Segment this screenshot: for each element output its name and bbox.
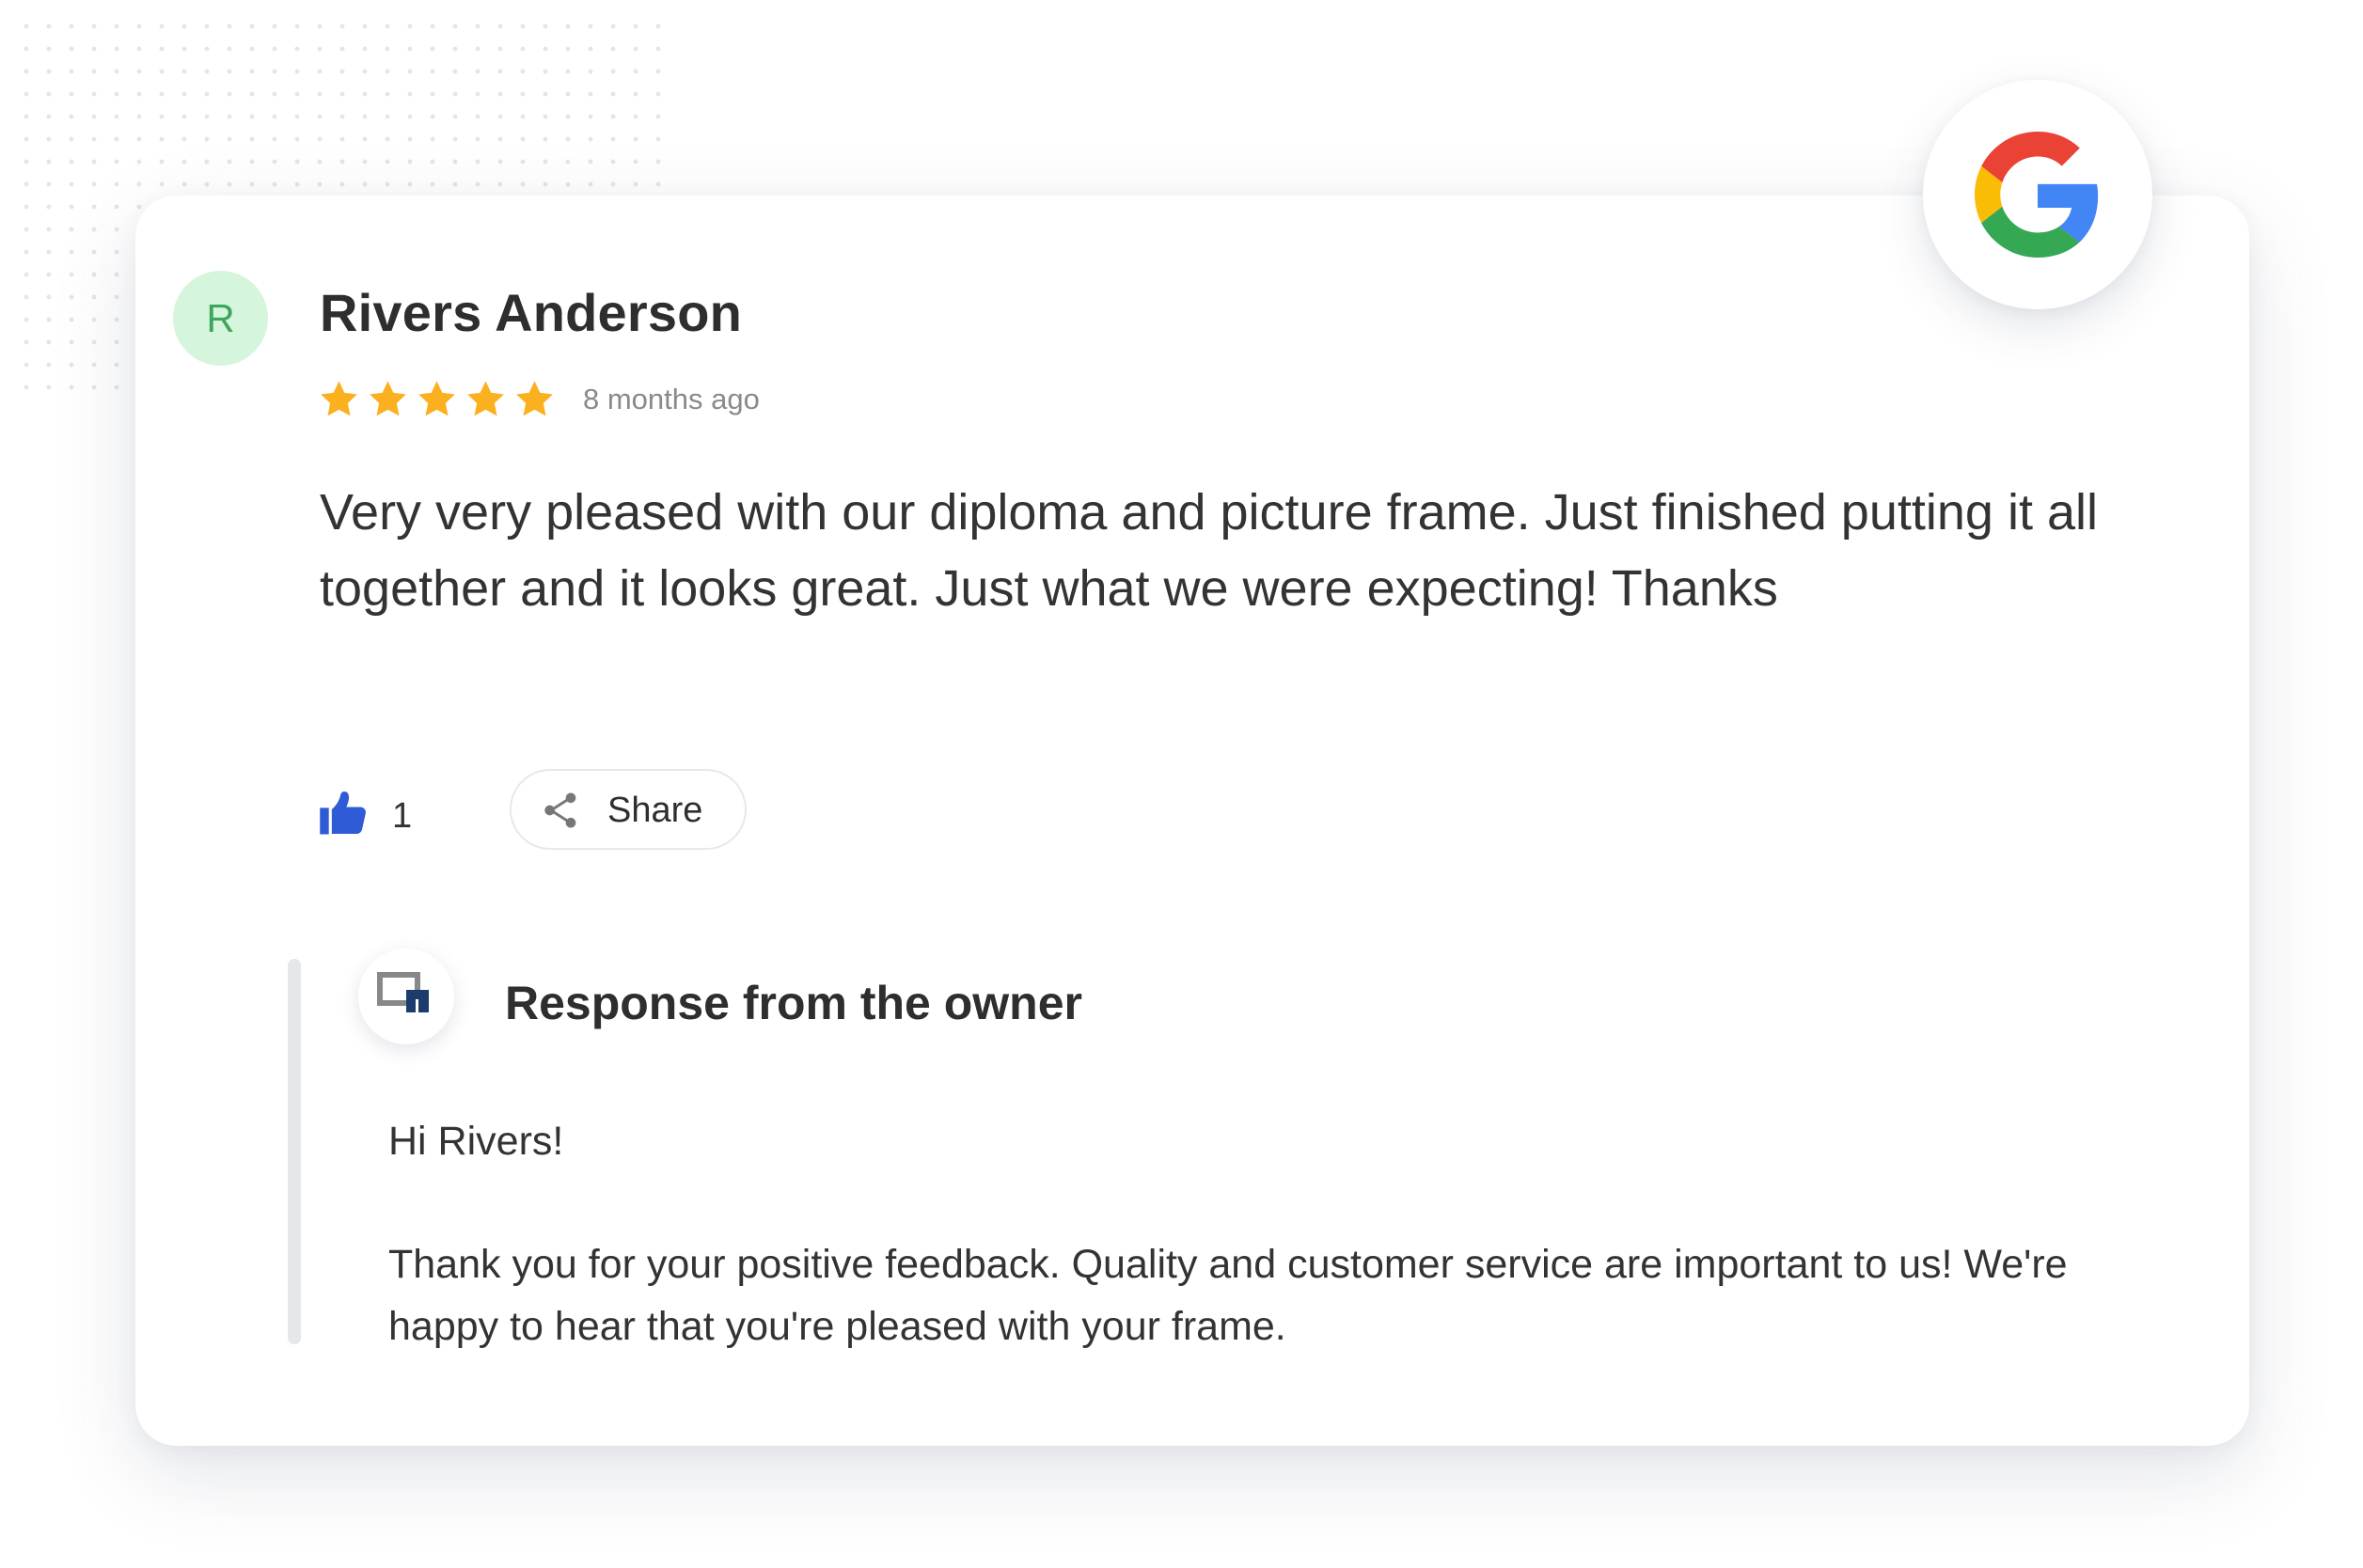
like-count: 1 [392,796,413,836]
reviewer-avatar: R [173,271,268,366]
response-divider [288,959,301,1344]
owner-avatar [358,949,454,1044]
star-icon [418,381,455,416]
share-icon [544,792,576,828]
star-rating [318,378,556,421]
review-text: Very very pleased with our diploma and p… [320,484,2098,617]
star-icon [370,381,406,416]
reviewer-name: Rivers Anderson [320,283,743,342]
thumbs-up-icon[interactable] [318,788,369,839]
response-greeting: Hi Rivers! [388,1119,564,1164]
review-widget: R Rivers Anderson 8 months ago Very very… [0,0,2363,1568]
response-title: Response from the owner [505,977,1082,1029]
share-label: Share [607,791,703,830]
frame-logo-icon [377,972,429,1016]
response-text: Thank you for your positive feedback. Qu… [388,1242,2068,1349]
google-g-icon [1975,132,2099,258]
google-badge [1923,80,2152,309]
share-button[interactable]: Share [510,769,747,850]
star-icon [321,381,357,416]
star-icon [467,381,504,416]
star-icon [516,381,553,416]
review-time: 8 months ago [583,383,760,416]
